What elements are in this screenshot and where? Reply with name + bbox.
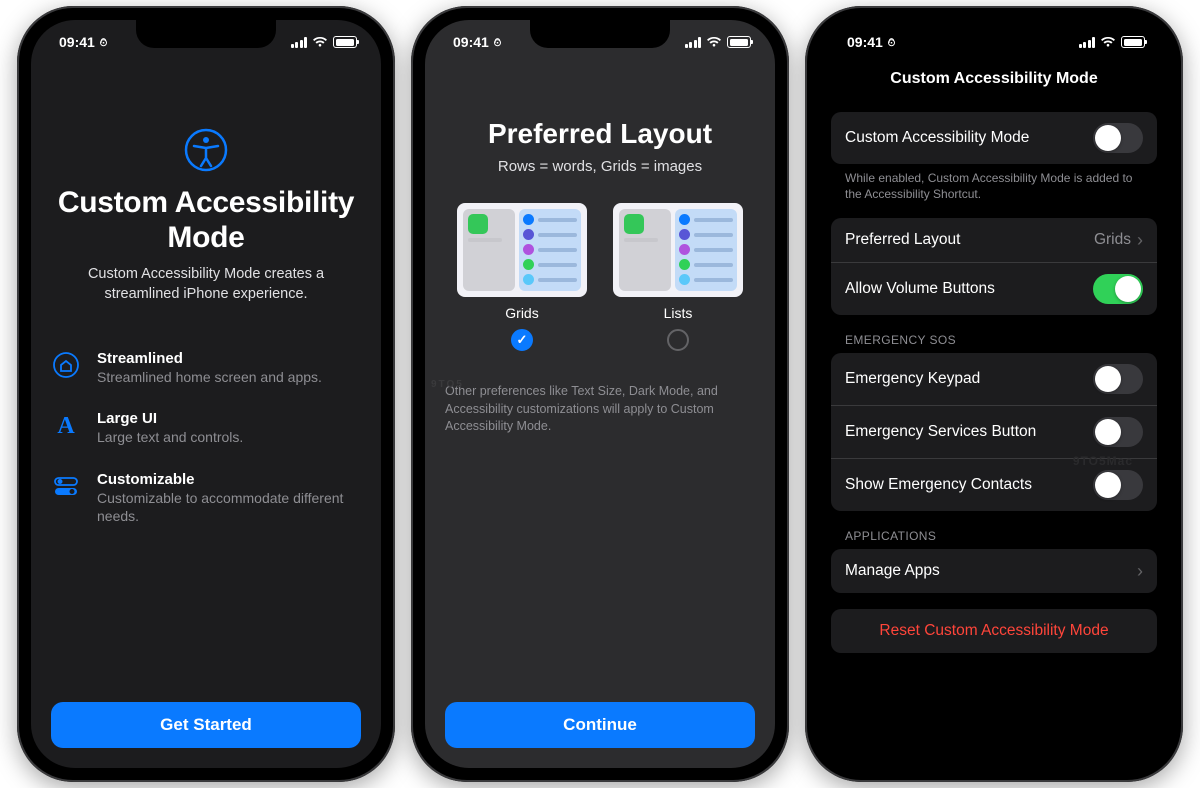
toggle-volume[interactable] [1093,274,1143,304]
feature-streamlined: Streamlined Streamlined home screen and … [51,350,361,386]
nav-title: Custom Accessibility Mode [819,64,1169,102]
battery-icon [333,36,357,48]
group-header-sos: EMERGENCY SOS [831,315,1157,353]
status-time: 09:41 [847,34,883,50]
group-apps: Manage Apps › [831,549,1157,593]
feature-title: Streamlined [97,350,322,367]
toggles-icon [52,472,80,500]
layout-option-grids[interactable]: Grids [457,203,587,351]
layout-note: Other preferences like Text Size, Dark M… [445,383,755,436]
feature-customizable: Customizable Customizable to accommodate… [51,471,361,525]
orientation-lock-icon [493,36,502,48]
cell-label: Allow Volume Buttons [845,280,1093,298]
layout-title: Preferred Layout [445,118,755,150]
cell-allow-volume[interactable]: Allow Volume Buttons [831,262,1157,315]
battery-icon [727,36,751,48]
cell-emergency-keypad[interactable]: Emergency Keypad [831,353,1157,405]
group-sos: Emergency Keypad Emergency Services Butt… [831,353,1157,511]
cell-reset[interactable]: Reset Custom Accessibility Mode [831,609,1157,653]
screen-layout-picker: 9TO5 09:41 Preferred Layout Rows = words… [425,20,775,768]
accessibility-icon [184,128,228,172]
battery-icon [1121,36,1145,48]
phone-frame-3: 9TO5Mac 09:41 Custom Accessibility Mode … [805,6,1183,782]
feature-desc: Customizable to accommodate different ne… [97,489,361,525]
thumb-lists [613,203,743,297]
chevron-right-icon: › [1137,230,1143,251]
thumb-grids [457,203,587,297]
cell-cam-toggle[interactable]: Custom Accessibility Mode [831,112,1157,164]
wifi-icon [706,36,722,48]
watermark: 9TO5Mac [1073,454,1133,468]
wifi-icon [312,36,328,48]
toggle-emergency-services[interactable] [1093,417,1143,447]
cell-label: Show Emergency Contacts [845,476,1093,494]
radio-grids-selected[interactable] [511,329,533,351]
feature-title: Large UI [97,410,243,427]
feature-desc: Large text and controls. [97,428,243,446]
option-label-lists: Lists [664,305,693,321]
group-footer: While enabled, Custom Accessibility Mode… [831,164,1157,202]
cell-manage-apps[interactable]: Manage Apps › [831,549,1157,593]
toggle-emergency-contacts[interactable] [1093,470,1143,500]
notch [924,20,1064,48]
cell-label: Preferred Layout [845,231,1094,249]
svg-text:A: A [57,413,75,439]
orientation-lock-icon [887,36,896,48]
group-preferences: Preferred Layout Grids › Allow Volume Bu… [831,218,1157,315]
watermark: 9TO5 [431,379,464,390]
layout-subtitle: Rows = words, Grids = images [445,158,755,175]
chevron-right-icon: › [1137,561,1143,582]
cellular-signal-icon [685,37,702,48]
notch [530,20,670,48]
group-reset: Reset Custom Accessibility Mode [831,609,1157,653]
phone-frame-1: 09:41 Custom Accessibility Mode Custom A… [17,6,395,782]
cell-emergency-services[interactable]: Emergency Services Button [831,405,1157,458]
toggle-cam[interactable] [1093,123,1143,153]
group-main-toggle: Custom Accessibility Mode [831,112,1157,164]
wifi-icon [1100,36,1116,48]
notch [136,20,276,48]
cell-label: Manage Apps [845,562,1137,580]
continue-button[interactable]: Continue [445,702,755,748]
layout-option-lists[interactable]: Lists [613,203,743,351]
intro-title: Custom Accessibility Mode [51,186,361,255]
toggle-emergency-keypad[interactable] [1093,364,1143,394]
screen-settings: 9TO5Mac 09:41 Custom Accessibility Mode … [819,20,1169,768]
cellular-signal-icon [1079,37,1096,48]
feature-large-ui: A Large UI Large text and controls. [51,410,361,446]
status-time: 09:41 [59,34,95,50]
get-started-button[interactable]: Get Started [51,702,361,748]
option-label-grids: Grids [505,305,538,321]
large-text-icon: A [52,411,80,439]
phone-frame-2: 9TO5 09:41 Preferred Layout Rows = words… [411,6,789,782]
cell-label: Emergency Keypad [845,370,1093,388]
feature-list: Streamlined Streamlined home screen and … [51,350,361,525]
cell-preferred-layout[interactable]: Preferred Layout Grids › [831,218,1157,262]
orientation-lock-icon [99,36,108,48]
status-time: 09:41 [453,34,489,50]
radio-lists[interactable] [667,329,689,351]
screen-intro: 09:41 Custom Accessibility Mode Custom A… [31,20,381,768]
cellular-signal-icon [291,37,308,48]
cell-label: Emergency Services Button [845,423,1093,441]
group-header-apps: APPLICATIONS [831,511,1157,549]
reset-label: Reset Custom Accessibility Mode [879,622,1108,640]
cell-label: Custom Accessibility Mode [845,129,1093,147]
feature-desc: Streamlined home screen and apps. [97,368,322,386]
cell-value: Grids [1094,231,1131,249]
feature-title: Customizable [97,471,361,488]
home-icon [52,351,80,379]
intro-subtitle: Custom Accessibility Mode creates a stre… [51,265,361,304]
